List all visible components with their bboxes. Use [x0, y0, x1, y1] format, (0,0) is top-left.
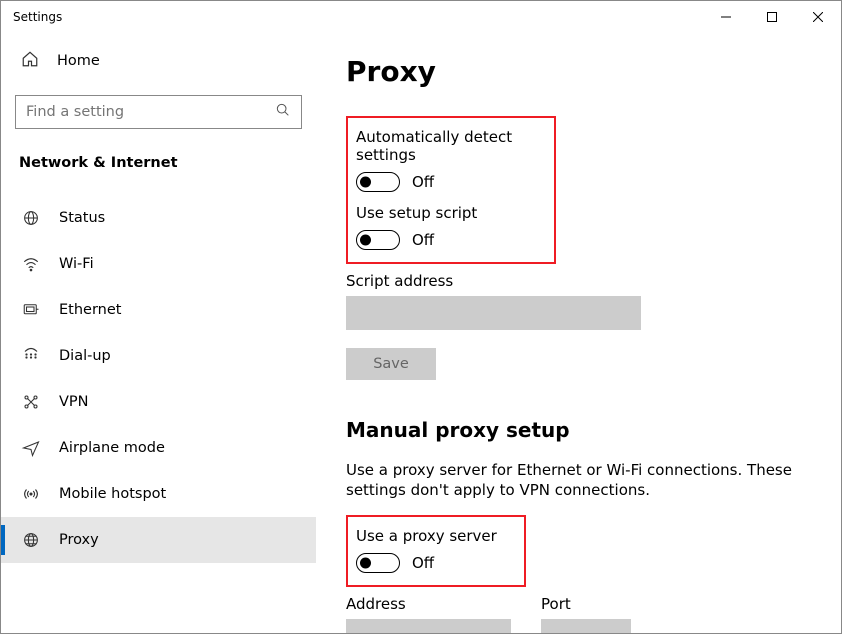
use-proxy-label: Use a proxy server [356, 527, 514, 545]
titlebar: Settings [1, 1, 841, 33]
sidebar-item-status[interactable]: Status [1, 195, 316, 241]
auto-detect-toggle[interactable] [356, 172, 400, 192]
address-input[interactable] [346, 619, 511, 634]
proxy-icon [21, 531, 41, 549]
manual-heading: Manual proxy setup [346, 418, 813, 442]
dialup-icon [21, 347, 41, 365]
sidebar-item-hotspot[interactable]: Mobile hotspot [1, 471, 316, 517]
port-input[interactable] [541, 619, 631, 634]
setup-script-state: Off [412, 231, 434, 249]
auto-detect-state: Off [412, 173, 434, 191]
save-button[interactable]: Save [346, 348, 436, 380]
address-label: Address [346, 595, 511, 613]
sidebar-item-label: Dial-up [59, 348, 111, 364]
status-icon [21, 209, 41, 227]
content-panel: Proxy Automatically detect settings Off … [316, 33, 841, 633]
script-address-input[interactable] [346, 296, 641, 330]
sidebar-item-dialup[interactable]: Dial-up [1, 333, 316, 379]
sidebar-item-wifi[interactable]: Wi-Fi [1, 241, 316, 287]
home-icon [21, 50, 39, 72]
sidebar-item-label: Airplane mode [59, 440, 165, 456]
search-icon [275, 102, 291, 122]
sidebar: Home Network & Internet Status [1, 33, 316, 633]
sidebar-item-label: Ethernet [59, 302, 121, 318]
vpn-icon [21, 393, 41, 411]
sidebar-item-proxy[interactable]: Proxy [1, 517, 316, 563]
highlight-box-auto: Automatically detect settings Off Use se… [346, 116, 556, 264]
sidebar-item-label: Wi-Fi [59, 256, 94, 272]
section-heading: Network & Internet [1, 151, 316, 185]
hotspot-icon [21, 485, 41, 503]
sidebar-item-vpn[interactable]: VPN [1, 379, 316, 425]
sidebar-item-label: Mobile hotspot [59, 486, 166, 502]
maximize-button[interactable] [749, 1, 795, 33]
sidebar-item-label: Proxy [59, 532, 99, 548]
search-field[interactable] [26, 104, 269, 120]
auto-detect-label: Automatically detect settings [356, 128, 544, 164]
close-icon [813, 12, 823, 22]
use-proxy-toggle[interactable] [356, 553, 400, 573]
use-proxy-state: Off [412, 554, 434, 572]
ethernet-icon [21, 301, 41, 319]
minimize-icon [721, 12, 731, 22]
close-button[interactable] [795, 1, 841, 33]
setup-script-label: Use setup script [356, 204, 544, 222]
airplane-icon [21, 439, 41, 457]
manual-description: Use a proxy server for Ethernet or Wi-Fi… [346, 460, 806, 501]
minimize-button[interactable] [703, 1, 749, 33]
wifi-icon [21, 255, 41, 273]
sidebar-item-label: VPN [59, 394, 89, 410]
home-label: Home [57, 53, 100, 69]
sidebar-item-airplane[interactable]: Airplane mode [1, 425, 316, 471]
window-title: Settings [13, 10, 62, 24]
maximize-icon [767, 12, 777, 22]
sidebar-item-ethernet[interactable]: Ethernet [1, 287, 316, 333]
sidebar-item-label: Status [59, 210, 105, 226]
search-input[interactable] [15, 95, 302, 129]
home-link[interactable]: Home [1, 41, 316, 81]
highlight-box-proxy: Use a proxy server Off [346, 515, 526, 587]
page-title: Proxy [346, 55, 813, 88]
script-address-label: Script address [346, 272, 813, 290]
setup-script-toggle[interactable] [356, 230, 400, 250]
port-label: Port [541, 595, 631, 613]
